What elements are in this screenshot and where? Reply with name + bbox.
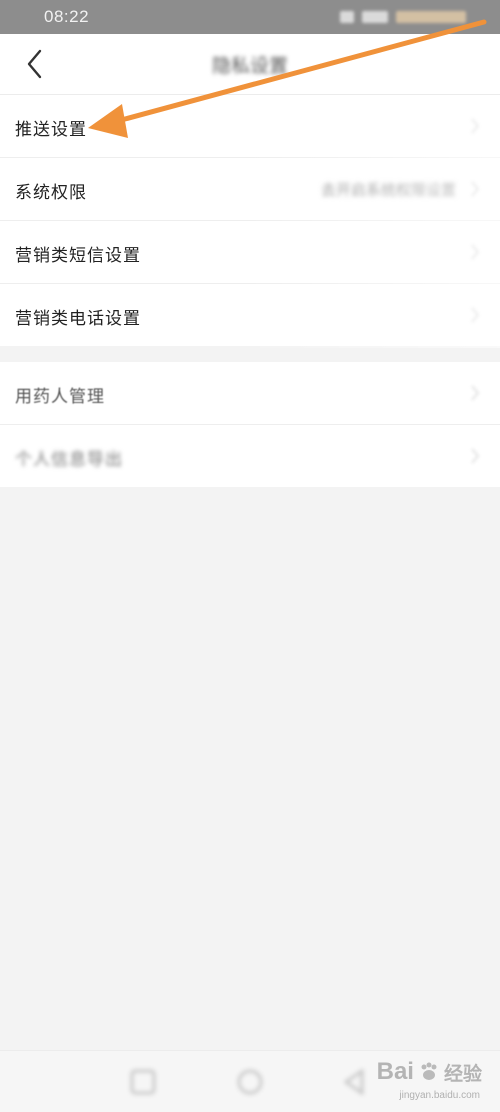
settings-group-2: 用药人管理 个人信息导出 xyxy=(0,362,500,487)
settings-row-system-permission[interactable]: 系统权限 去开启系统权限设置 xyxy=(0,158,500,221)
back-triangle-icon[interactable] xyxy=(340,1067,370,1097)
row-label: 用药人管理 xyxy=(15,387,105,407)
chevron-right-icon xyxy=(471,448,480,464)
home-circle-icon[interactable] xyxy=(235,1067,265,1097)
settings-row-marketing-phone[interactable]: 营销类电话设置 xyxy=(0,284,500,346)
chevron-right-icon xyxy=(471,307,480,323)
notification-icon xyxy=(340,11,354,23)
status-icons xyxy=(340,11,466,23)
watermark-brand: Bai xyxy=(376,1058,414,1085)
signal-icon xyxy=(362,11,388,23)
row-label: 营销类短信设置 xyxy=(15,246,141,266)
row-label: 系统权限 xyxy=(15,183,87,203)
watermark-site: jingyan.baidu.com xyxy=(399,1090,480,1101)
status-bar: 08:22 xyxy=(0,0,500,34)
page-title: 隐私设置 xyxy=(211,55,288,77)
watermark-brand-suffix: 经验 xyxy=(443,1063,482,1085)
baidu-watermark: Bai 经验 xyxy=(377,1058,482,1086)
status-time: 08:22 xyxy=(44,7,90,26)
settings-row-medication-user[interactable]: 用药人管理 xyxy=(0,362,500,425)
row-label: 营销类电话设置 xyxy=(15,309,141,329)
settings-group-1: 推送设置 系统权限 去开启系统权限设置 营销类短信设置 营销类电话设置 xyxy=(0,95,500,346)
chevron-right-icon xyxy=(471,181,480,197)
nav-header: 隐私设置 xyxy=(0,34,500,95)
chevron-right-icon xyxy=(471,244,480,260)
chevron-right-icon xyxy=(471,385,480,401)
row-label: 个人信息导出 xyxy=(15,450,123,470)
chevron-right-icon xyxy=(471,118,480,134)
settings-row-export-info[interactable]: 个人信息导出 xyxy=(0,425,500,487)
settings-row-push[interactable]: 推送设置 xyxy=(0,95,500,158)
paw-icon xyxy=(421,1062,437,1080)
square-icon[interactable] xyxy=(128,1067,158,1097)
settings-row-marketing-sms[interactable]: 营销类短信设置 xyxy=(0,221,500,284)
battery-icon xyxy=(396,11,466,23)
row-value: 去开启系统权限设置 xyxy=(320,181,456,199)
row-label: 推送设置 xyxy=(15,120,87,140)
